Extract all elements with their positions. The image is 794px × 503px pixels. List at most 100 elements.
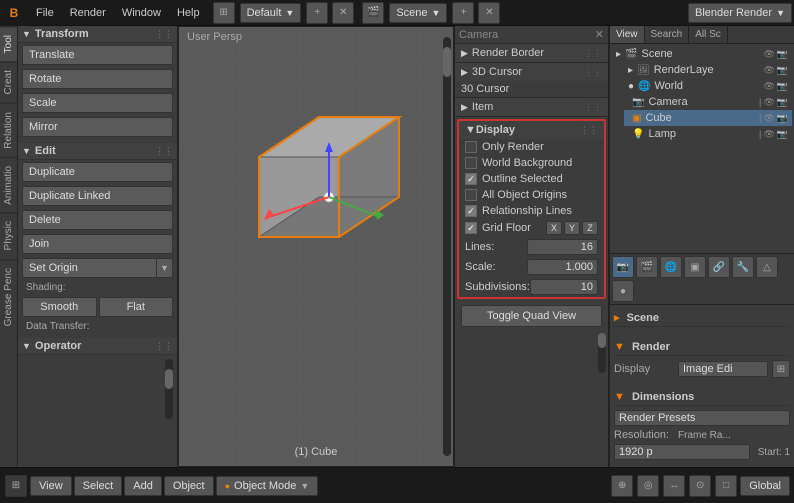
outliner-camera[interactable]: 📷 Camera | 👁 📷: [624, 94, 792, 110]
mode-dropdown[interactable]: ● Object Mode ▼: [216, 476, 319, 496]
view-button[interactable]: View: [30, 476, 72, 496]
outliner-scene[interactable]: ▸ 🎬 Scene 👁 📷: [612, 46, 792, 62]
outliner-lamp[interactable]: 💡 Lamp | 👁 📷: [624, 126, 792, 142]
item-header[interactable]: ▶ Item ⋮⋮: [455, 98, 608, 116]
select-button[interactable]: Select: [74, 476, 123, 496]
lamp-eye-icon[interactable]: 👁: [763, 129, 774, 140]
global-button[interactable]: Global: [740, 476, 790, 496]
all-origins-checkbox[interactable]: [465, 189, 477, 201]
bottom-mode-icon[interactable]: ⊞: [5, 475, 27, 497]
blender-logo[interactable]: B: [0, 0, 28, 26]
outliner-world[interactable]: ● 🌐 World 👁 📷: [624, 78, 792, 94]
outliner-renderlayer[interactable]: ▸ 🖼 RenderLaye 👁 📷: [624, 62, 792, 78]
cursor-3d-header[interactable]: ▶ 3D Cursor ⋮⋮: [455, 63, 608, 81]
tab-grease-pencil[interactable]: Grease Penc: [0, 259, 17, 334]
camera-restrict-icon[interactable]: |: [759, 97, 761, 108]
left-panel-scrollbar[interactable]: [165, 369, 173, 389]
remove-screen-icon[interactable]: ✕: [332, 2, 354, 24]
world-eye-icon[interactable]: 👁: [763, 81, 774, 92]
world-render-icon[interactable]: 📷: [777, 81, 788, 92]
outliner-cube[interactable]: ▣ Cube | 👁 📷: [624, 110, 792, 126]
menu-window[interactable]: Window: [114, 0, 169, 26]
render-presets-field[interactable]: Render Presets: [614, 410, 790, 426]
bottom-proportional-icon[interactable]: ◎: [637, 475, 659, 497]
transform-section-header[interactable]: ▼ Transform ⋮⋮: [18, 26, 177, 43]
tab-tool[interactable]: Tool: [0, 26, 17, 61]
smooth-button[interactable]: Smooth: [22, 297, 97, 317]
cube-eye-icon[interactable]: 👁: [763, 113, 774, 124]
scene-render-icon[interactable]: 📷: [777, 49, 788, 60]
add-scene-icon[interactable]: +: [452, 2, 474, 24]
outline-selected-checkbox[interactable]: ✓: [465, 173, 477, 185]
scene-eye-icon[interactable]: 👁: [763, 49, 774, 60]
z-axis-btn[interactable]: Z: [582, 221, 598, 235]
tab-physics[interactable]: Physic: [0, 212, 17, 258]
display-render-value[interactable]: Image Edi: [678, 361, 768, 377]
display-expand-icon[interactable]: ⊞: [772, 360, 790, 378]
duplicate-linked-button[interactable]: Duplicate Linked: [22, 186, 173, 206]
prop-object-icon[interactable]: ▣: [684, 256, 706, 278]
tab-relations[interactable]: Relation: [0, 103, 17, 157]
relationship-lines-checkbox[interactable]: ✓: [465, 205, 477, 217]
cube-render-icon[interactable]: 📷: [777, 113, 788, 124]
scale-button[interactable]: Scale: [22, 93, 173, 113]
renderlayer-render-icon[interactable]: 📷: [777, 65, 788, 76]
grid-floor-checkbox[interactable]: ✓: [465, 222, 477, 234]
object-button[interactable]: Object: [164, 476, 214, 496]
outliner-tab-search[interactable]: Search: [645, 26, 690, 43]
subdivisions-value[interactable]: 10: [530, 279, 598, 295]
prop-world-icon[interactable]: 🌐: [660, 256, 682, 278]
add-screen-icon[interactable]: +: [306, 2, 328, 24]
props-scrollbar[interactable]: [598, 333, 606, 348]
menu-help[interactable]: Help: [169, 0, 208, 26]
add-button[interactable]: Add: [124, 476, 162, 496]
prop-render-icon[interactable]: 📷: [612, 256, 634, 278]
workspace-dropdown[interactable]: Default ▼: [240, 3, 302, 23]
viewport[interactable]: User Persp: [178, 26, 454, 467]
bottom-pivot-icon[interactable]: ⊙: [689, 475, 711, 497]
prop-data-icon[interactable]: △: [756, 256, 778, 278]
lamp-render-icon[interactable]: 📷: [777, 129, 788, 140]
x-axis-btn[interactable]: X: [546, 221, 562, 235]
rotate-button[interactable]: Rotate: [22, 69, 173, 89]
scale-value[interactable]: 1.000: [527, 259, 599, 275]
tab-create[interactable]: Creat: [0, 61, 17, 102]
screen-layout-icon[interactable]: ⊞: [213, 2, 235, 24]
bottom-snapping-icon[interactable]: ⊕: [611, 475, 633, 497]
menu-file[interactable]: File: [28, 0, 62, 26]
lines-value[interactable]: 16: [527, 239, 599, 255]
bottom-transform-icon[interactable]: ↔: [663, 475, 685, 497]
operator-section-header[interactable]: ▼ Operator ⋮⋮: [18, 338, 177, 355]
prop-modifier-icon[interactable]: 🔧: [732, 256, 754, 278]
flat-button[interactable]: Flat: [99, 297, 174, 317]
delete-button[interactable]: Delete: [22, 210, 173, 230]
resolution-value[interactable]: 1920 p: [614, 444, 750, 460]
y-axis-btn[interactable]: Y: [564, 221, 580, 235]
bottom-viewport-icon[interactable]: □: [715, 475, 737, 497]
set-origin-button[interactable]: Set Origin: [22, 258, 157, 278]
toggle-quad-button[interactable]: Toggle Quad View: [461, 305, 602, 327]
cube-restrict-icon[interactable]: |: [759, 113, 761, 124]
set-origin-dropdown[interactable]: ▼: [157, 258, 173, 278]
world-bg-checkbox[interactable]: [465, 157, 477, 169]
renderlayer-eye-icon[interactable]: 👁: [763, 65, 774, 76]
translate-button[interactable]: Translate: [22, 45, 173, 65]
remove-scene-icon[interactable]: ✕: [478, 2, 500, 24]
scene-icon[interactable]: 🎬: [362, 2, 384, 24]
tab-animation[interactable]: Animatio: [0, 157, 17, 213]
render-engine-dropdown[interactable]: Blender Render ▼: [688, 3, 792, 23]
viewport-scroll-thumb[interactable]: [443, 47, 451, 77]
menu-render[interactable]: Render: [62, 0, 114, 26]
camera-eye-icon[interactable]: 👁: [763, 97, 774, 108]
scene-dropdown[interactable]: Scene ▼: [389, 3, 447, 23]
prop-scene-icon[interactable]: 🎬: [636, 256, 658, 278]
lamp-restrict-icon[interactable]: |: [759, 129, 761, 140]
outliner-tab-allsc[interactable]: All Sc: [689, 26, 728, 43]
render-border-header[interactable]: ▶ Render Border ⋮⋮: [455, 44, 608, 62]
camera-render-icon[interactable]: 📷: [777, 97, 788, 108]
outliner-tab-view[interactable]: View: [610, 26, 645, 43]
prop-material-icon[interactable]: ●: [612, 280, 634, 302]
mirror-button[interactable]: Mirror: [22, 117, 173, 137]
only-render-checkbox[interactable]: [465, 141, 477, 153]
duplicate-button[interactable]: Duplicate: [22, 162, 173, 182]
